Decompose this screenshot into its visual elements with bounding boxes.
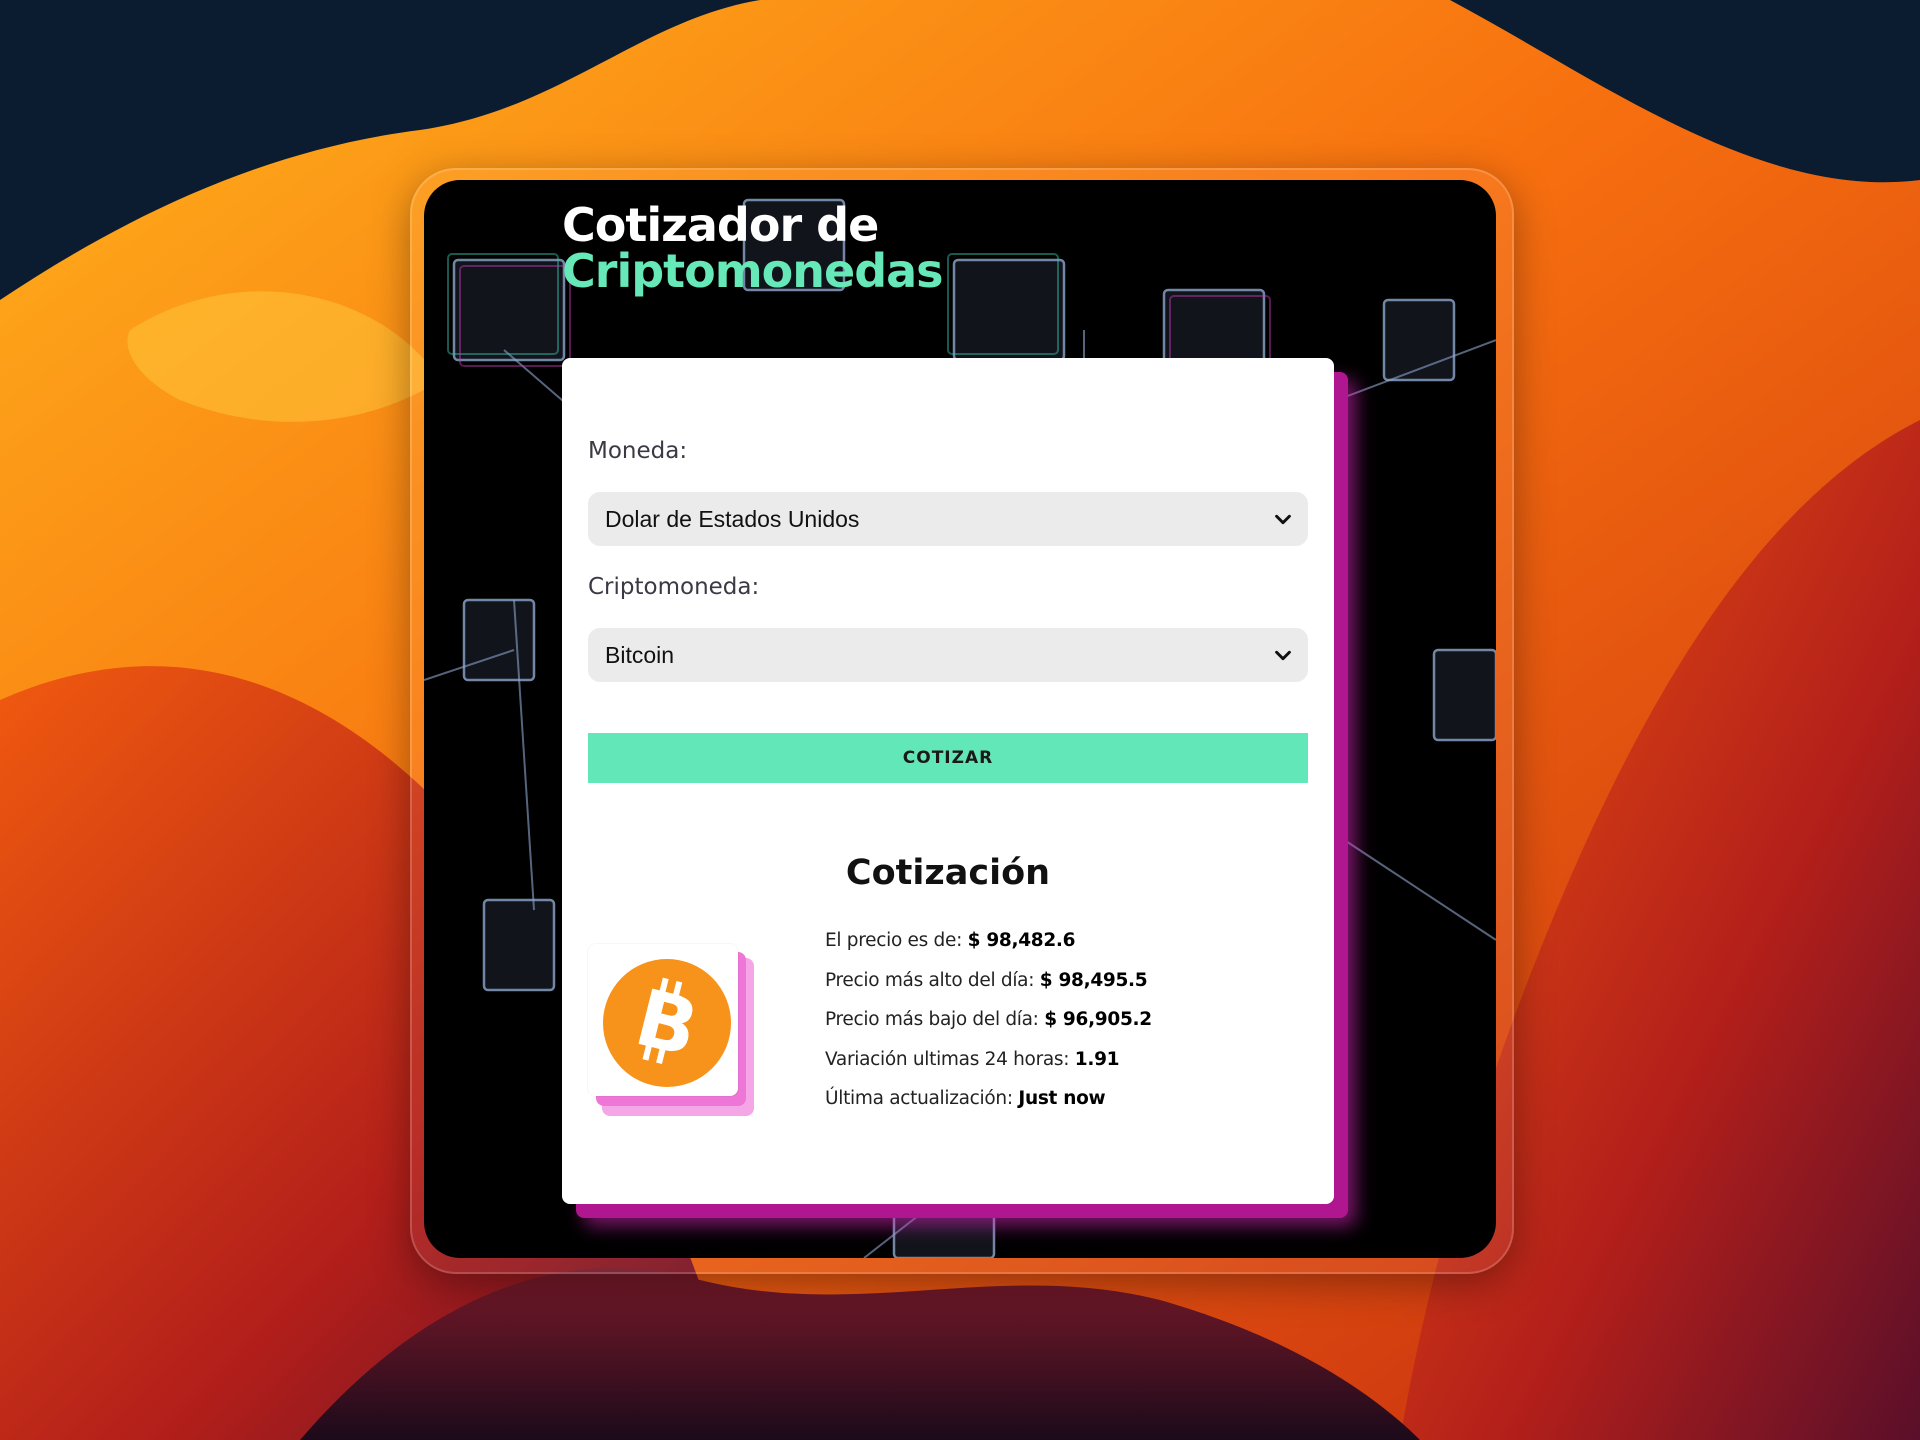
bitcoin-icon: B	[603, 959, 731, 1087]
app-window: Cotizador de Criptomonedas Moneda: Dolar…	[424, 180, 1496, 1258]
crypto-label: Criptomoneda:	[588, 574, 760, 600]
coin-image-card: B	[588, 944, 738, 1096]
last-update-label: Última actualización:	[825, 1088, 1013, 1109]
low-price-label: Precio más bajo del día:	[825, 1009, 1039, 1030]
high-price-label: Precio más alto del día:	[825, 970, 1035, 991]
currency-label: Moneda:	[588, 438, 688, 464]
price-value: $ 98,482.6	[967, 930, 1076, 951]
high-price-value: $ 98,495.5	[1039, 970, 1148, 991]
high-price-row: Precio más alto del día: $ 98,495.5	[825, 970, 1148, 991]
low-price-value: $ 96,905.2	[1044, 1009, 1152, 1030]
result-heading: Cotización	[845, 853, 1051, 893]
last-update-value: Just now	[1018, 1088, 1106, 1109]
app-title: Cotizador de Criptomonedas	[562, 198, 944, 298]
change-24h-label: Variación ultimas 24 horas:	[825, 1049, 1070, 1070]
app-title-line-2: Criptomonedas	[562, 244, 944, 298]
chevron-down-icon	[1275, 650, 1291, 661]
chevron-down-icon	[1275, 514, 1291, 525]
last-update-row: Última actualización: Just now	[825, 1088, 1106, 1109]
quote-form-card: Moneda: Dolar de Estados Unidos Criptomo…	[562, 358, 1334, 1204]
price-row: El precio es de: $ 98,482.6	[825, 930, 1076, 951]
app-title-line-1: Cotizador de	[562, 198, 879, 252]
crypto-select[interactable]: Bitcoin	[588, 628, 1308, 682]
change-24h-row: Variación ultimas 24 horas: 1.91	[825, 1049, 1120, 1070]
crypto-select-value: Bitcoin	[605, 641, 675, 668]
currency-select[interactable]: Dolar de Estados Unidos	[588, 492, 1308, 546]
currency-select-value: Dolar de Estados Unidos	[605, 505, 860, 532]
price-label: El precio es de:	[825, 930, 963, 951]
change-24h-value: 1.91	[1074, 1049, 1120, 1070]
quote-button[interactable]: COTIZAR	[588, 733, 1308, 783]
low-price-row: Precio más bajo del día: $ 96,905.2	[825, 1009, 1152, 1030]
